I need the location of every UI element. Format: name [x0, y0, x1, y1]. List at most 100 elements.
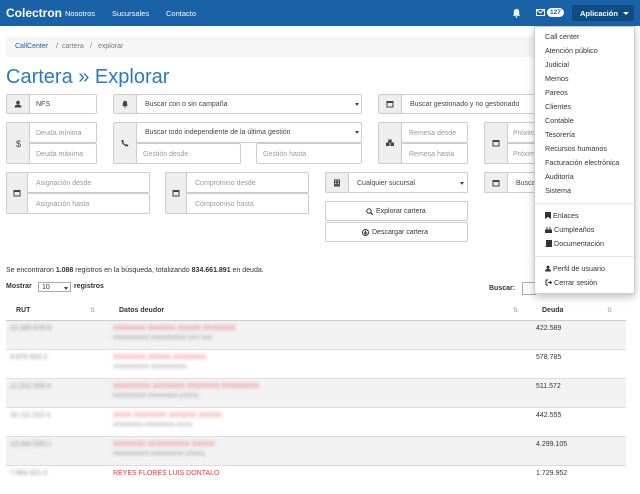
- envelope-icon[interactable]: [536, 9, 545, 16]
- management-from-input[interactable]: Gestión desde: [136, 143, 241, 164]
- calendar-icon: [13, 190, 21, 197]
- menu-item-call-center[interactable]: Call center: [545, 32, 579, 41]
- application-dropdown-menu: Call center Atención público Judicial Me…: [534, 26, 635, 294]
- assignment-to-input[interactable]: Asignación hasta: [27, 193, 150, 214]
- menu-item-pareos[interactable]: Pareos: [545, 88, 568, 97]
- building-addon: [325, 172, 349, 193]
- menu-item-logout[interactable]: Cerrar sesión: [545, 278, 597, 287]
- rut-cell: 9.876.543-2: [6, 348, 109, 378]
- debtor-cell: XXXXXXX XXXXXXXXX XXXXX xxxxxxxxxxxx xxxx…: [109, 435, 532, 465]
- extra-search-select[interactable]: Busca: [507, 172, 537, 193]
- menu-item-enlaces[interactable]: Enlaces: [545, 211, 579, 220]
- nav-link-contacto[interactable]: Contacto: [166, 9, 196, 18]
- next-from-input[interactable]: Próxim: [507, 122, 537, 143]
- sign-out-icon: [545, 279, 553, 286]
- bell-icon[interactable]: [512, 8, 521, 18]
- book-icon: [545, 239, 553, 248]
- menu-item-judicial[interactable]: Judicial: [545, 60, 569, 69]
- menu-item-tesoreria[interactable]: Tesorería: [545, 130, 575, 139]
- column-header-debtor[interactable]: Datos deudor ⇅: [109, 301, 532, 321]
- last-management-select[interactable]: Buscar todo independiente de la última g…: [136, 122, 362, 143]
- menu-item-contable[interactable]: Contable: [545, 116, 574, 125]
- menu-item-memos[interactable]: Memos: [545, 74, 569, 83]
- messages-count-badge: 127: [547, 8, 564, 17]
- remesa-from-input[interactable]: Remesa desde: [401, 122, 468, 143]
- table-row[interactable]: 12.345.678-9 XXXXXXX XXXXXX XXXXX XXXXXX…: [6, 319, 626, 349]
- menu-divider: [535, 203, 634, 204]
- assignment-to-placeholder: Asignación hasta: [36, 201, 90, 208]
- commitment-from-placeholder: Compromiso desde: [195, 180, 256, 187]
- column-header-rut[interactable]: RUT ⇅: [6, 301, 109, 321]
- table-row[interactable]: 10.111.222-3 XXXX XXXXXXX XXXXXX XXXXX xx…: [6, 406, 626, 436]
- menu-item-auditoria[interactable]: Auditoría: [545, 172, 574, 181]
- debtor-cell: XXXXXXXX XXXXXXX XXXXXXX XXXXXXXX xxxxxxx…: [109, 377, 532, 407]
- calendar-icon: [492, 140, 500, 147]
- nav-link-sucursales[interactable]: Sucursales: [112, 9, 149, 18]
- caret-down-icon: [355, 131, 359, 134]
- managed-select-value: Buscar gestionado y no gestionado: [410, 101, 520, 108]
- branch-select[interactable]: Cualquier sucursal: [348, 172, 468, 193]
- assignment-from-placeholder: Asignación desde: [36, 180, 92, 187]
- table-row[interactable]: 13.444.555-1 XXXXXXX XXXXXXXXX XXXXX xxxx…: [6, 435, 626, 465]
- caret-down-icon: [64, 287, 68, 290]
- calendar-addon: [6, 172, 28, 214]
- next-to-placeholder: Próxim: [513, 151, 535, 158]
- table-row[interactable]: 11.222.333-4 XXXXXXXX XXXXXXX XXXXXXX XX…: [6, 377, 626, 407]
- next-from-placeholder: Próxim: [513, 130, 535, 137]
- managed-select[interactable]: Buscar gestionado y no gestionado: [401, 94, 539, 114]
- debt-min-input[interactable]: Deuda mínima: [29, 122, 97, 143]
- remesa-addon: [378, 122, 402, 164]
- user-addon: [6, 94, 30, 114]
- commitment-from-input[interactable]: Compromiso desde: [186, 172, 309, 193]
- bell-addon: [113, 94, 137, 114]
- download-portfolio-button[interactable]: Descargar cartera: [325, 222, 468, 242]
- menu-item-documentacion[interactable]: Documentación: [545, 239, 604, 248]
- menu-item-atencion-publico[interactable]: Atención público: [545, 46, 598, 55]
- debtor-cell: XXXXXXX XXXXXX XXXXX XXXXXXX xxxxxxxxxxxx…: [109, 319, 532, 349]
- next-to-input[interactable]: Próxim: [507, 143, 537, 164]
- user-icon: [545, 265, 551, 272]
- download-portfolio-label: Descargar cartera: [372, 229, 429, 236]
- sort-icon: ⇅: [606, 308, 612, 314]
- calendar-addon: [484, 122, 508, 164]
- remesa-to-input[interactable]: Remesa hasta: [401, 143, 468, 164]
- bookmark-icon: [545, 212, 551, 219]
- commitment-to-input[interactable]: Compromiso hasta: [186, 193, 309, 214]
- brand-logo[interactable]: Colectron: [6, 6, 62, 20]
- menu-item-label: Cerrar sesión: [554, 278, 598, 287]
- nfs-input[interactable]: NFS: [29, 94, 97, 114]
- debtor-cell: XXXX XXXXXXX XXXXXX XXXXX xxxxxxxxxx xxxx…: [109, 406, 532, 436]
- menu-divider: [535, 256, 634, 257]
- extra-search-value: Busca: [516, 180, 536, 187]
- table-row[interactable]: 9.876.543-2 XXXXXXX XXXXX XXXXXXX xxxxxxx…: [6, 348, 626, 378]
- nav-link-nosotros[interactable]: Nosotros: [65, 9, 95, 18]
- cake-icon: [545, 227, 552, 233]
- menu-item-user-profile[interactable]: Perfil de usuario: [545, 264, 605, 273]
- menu-item-recursos-humanos[interactable]: Recursos humanos: [545, 144, 607, 153]
- management-to-input[interactable]: Gestión hasta: [256, 143, 362, 164]
- application-menu-button[interactable]: Aplicación: [572, 5, 634, 21]
- application-menu-label: Aplicación: [580, 9, 618, 18]
- caret-down-icon: [460, 182, 464, 185]
- menu-item-label: Enlaces: [553, 211, 579, 220]
- campaign-select[interactable]: Buscar con o sin campaña: [136, 94, 362, 114]
- campaign-select-value: Buscar con o sin campaña: [145, 101, 228, 108]
- phone-addon: [113, 122, 137, 164]
- menu-item-clientes[interactable]: Clientes: [545, 102, 571, 111]
- explore-portfolio-button[interactable]: Explorar cartera: [325, 201, 468, 221]
- commitment-to-placeholder: Compromiso hasta: [195, 201, 254, 208]
- top-navbar: Colectron Nosotros Sucursales Contacto 1…: [0, 0, 640, 26]
- header-label: RUT: [16, 306, 31, 314]
- breadcrumb-callcenter[interactable]: CallCenter: [15, 43, 48, 50]
- menu-item-facturacion[interactable]: Facturación electrónica: [545, 158, 619, 167]
- debt-cell: 422.589: [532, 319, 626, 349]
- menu-item-cumpleanos[interactable]: Cumpleaños: [545, 225, 594, 234]
- debt-max-input[interactable]: Deuda máxima: [29, 143, 97, 164]
- assignment-from-input[interactable]: Asignación desde: [27, 172, 150, 193]
- header-label: Deuda: [542, 306, 564, 314]
- column-header-debt[interactable]: Deuda ⇅: [532, 301, 626, 321]
- menu-item-sistema[interactable]: Sistema: [545, 186, 571, 195]
- remesa-to-placeholder: Remesa hasta: [409, 151, 455, 158]
- records-count: 1.088: [55, 267, 74, 274]
- page-length-select[interactable]: 10: [38, 282, 71, 292]
